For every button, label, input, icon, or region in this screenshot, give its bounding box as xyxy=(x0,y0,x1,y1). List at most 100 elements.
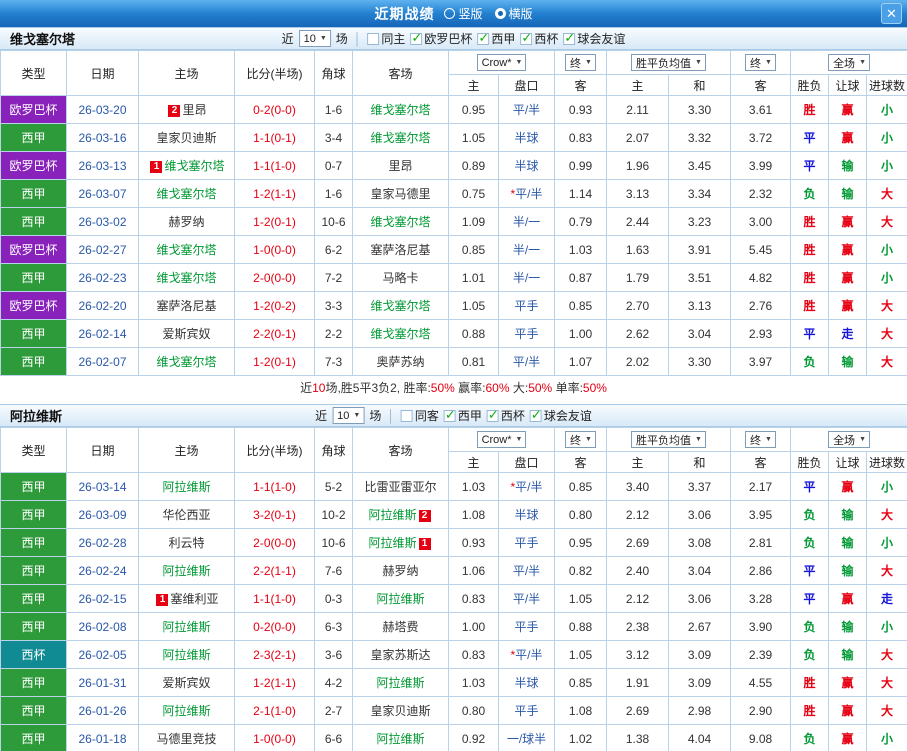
match-count-select[interactable]: 10 ▼ xyxy=(298,30,331,47)
avg-draw-cell: 3.04 xyxy=(668,319,732,348)
handicap-result-cell: 输 xyxy=(828,612,868,641)
avg-home-cell: 2.02 xyxy=(606,347,670,376)
result-cell: 平 xyxy=(790,584,830,613)
league-filter-checkbox[interactable]: 西杯 xyxy=(486,407,525,424)
column-subheader: 胜负 xyxy=(790,451,830,473)
avg-away-cell: 3.00 xyxy=(730,207,792,236)
chevron-down-icon: ▼ xyxy=(765,436,772,443)
final-avg-select[interactable]: 终 ▼ xyxy=(745,431,776,448)
column-subheader: 胜负 xyxy=(790,74,830,96)
home-odds-cell: 0.88 xyxy=(448,319,499,348)
bookmaker-select[interactable]: Crow* ▼ xyxy=(476,54,527,71)
league-filter-checkbox[interactable]: 球会友谊 xyxy=(563,30,625,47)
avg-away-cell: 9.08 xyxy=(730,724,792,751)
away-odds-cell: 0.85 xyxy=(554,291,608,320)
red-card-badge: 1 xyxy=(418,538,431,550)
corner-cell: 1-6 xyxy=(314,95,353,124)
title-bar: 近期战绩 竖版 横版 ✕ xyxy=(0,0,907,27)
handicap-cell: 平手 xyxy=(497,612,556,641)
handicap-cell: 平/半 xyxy=(497,347,556,376)
final-avg-select[interactable]: 终 ▼ xyxy=(745,54,776,71)
avg-home-cell: 3.12 xyxy=(606,640,670,669)
result-cell: 负 xyxy=(790,179,830,208)
close-button[interactable]: ✕ xyxy=(881,3,902,24)
handicap-result-cell: 输 xyxy=(828,528,868,557)
league-filter-checkbox[interactable]: 西甲 xyxy=(443,407,482,424)
goals-result-cell: 大 xyxy=(866,640,907,669)
away-odds-cell: 0.88 xyxy=(554,612,608,641)
handicap-result-cell: 输 xyxy=(828,151,868,180)
header-dropdown-cell: 全场 ▼ xyxy=(790,427,907,452)
score-cell: 2-3(2-1) xyxy=(234,640,315,669)
handicap-cell: 一/球半 xyxy=(497,724,556,751)
home-team-cell: 塞萨洛尼基 xyxy=(138,291,235,320)
date-cell: 26-03-13 xyxy=(66,151,139,180)
filter-bar: 近 10▼ 场 │ 同主 欧罗巴杯 西甲 西杯 球会友谊 xyxy=(282,30,625,47)
handicap-cell: *平/半 xyxy=(497,640,556,669)
checkbox-icon xyxy=(477,30,490,46)
corner-cell: 10-6 xyxy=(314,207,353,236)
same-venue-checkbox[interactable]: 同客 xyxy=(400,407,439,424)
match-count-select[interactable]: 10 ▼ xyxy=(332,407,365,424)
chevron-down-icon: ▼ xyxy=(353,412,361,419)
layout-radio-vertical[interactable]: 竖版 xyxy=(444,5,483,22)
home-odds-cell: 0.83 xyxy=(448,640,499,669)
corner-cell: 4-2 xyxy=(314,668,353,697)
handicap-result-cell: 赢 xyxy=(828,235,868,264)
away-odds-cell: 0.82 xyxy=(554,556,608,585)
checkbox-label: 欧罗巴杯 xyxy=(424,32,473,46)
avg-away-cell: 3.72 xyxy=(730,123,792,152)
avg-away-cell: 2.86 xyxy=(730,556,792,585)
avg-away-cell: 3.61 xyxy=(730,95,792,124)
layout-radio-horizontal[interactable]: 横版 xyxy=(494,5,533,22)
date-cell: 26-02-23 xyxy=(66,263,139,292)
bookmaker-select[interactable]: Crow* ▼ xyxy=(476,431,527,448)
home-team-cell: 阿拉维斯 xyxy=(138,640,235,669)
score-cell: 1-1(1-0) xyxy=(234,472,315,501)
goals-result-cell: 小 xyxy=(866,612,907,641)
handicap-result-cell: 输 xyxy=(828,556,868,585)
avg-away-cell: 3.97 xyxy=(730,347,792,376)
avg-draw-cell: 3.30 xyxy=(668,95,732,124)
column-subheader: 盘口 xyxy=(497,74,556,96)
avg-draw-cell: 3.45 xyxy=(668,151,732,180)
result-cell: 胜 xyxy=(790,95,830,124)
full-match-select[interactable]: 全场 ▼ xyxy=(828,54,870,71)
avg-away-cell: 2.32 xyxy=(730,179,792,208)
goals-result-cell: 大 xyxy=(866,696,907,725)
date-cell: 26-02-27 xyxy=(66,235,139,264)
header-dropdown-cell: 胜平负均值 ▼ xyxy=(606,50,732,75)
avg-home-cell: 2.69 xyxy=(606,696,670,725)
header-dropdown-cell: 胜平负均值 ▼ xyxy=(606,427,732,452)
league-filter-checkbox[interactable]: 球会友谊 xyxy=(529,407,592,424)
avg-draw-cell: 3.04 xyxy=(668,556,732,585)
home-odds-cell: 0.75 xyxy=(448,179,499,208)
column-subheader: 和 xyxy=(668,74,732,96)
team-header-bar: 阿拉维斯 近 10▼ 场 │ 同客 西甲 西杯 球会友谊 xyxy=(0,404,907,427)
home-odds-cell: 1.06 xyxy=(448,556,499,585)
score-cell: 1-2(1-1) xyxy=(234,179,315,208)
checkbox-icon xyxy=(563,30,576,46)
league-cell: 西甲 xyxy=(0,347,67,376)
corner-cell: 6-2 xyxy=(314,235,353,264)
full-match-select[interactable]: 全场 ▼ xyxy=(828,431,870,448)
league-filter-checkbox[interactable]: 西甲 xyxy=(477,30,515,47)
home-team-cell: 利云特 xyxy=(138,528,235,557)
final-odds-select[interactable]: 终 ▼ xyxy=(565,431,596,448)
same-venue-checkbox[interactable]: 同主 xyxy=(367,30,405,47)
select-value: 10 xyxy=(337,409,350,422)
handicap-cell: 平手 xyxy=(497,319,556,348)
corner-cell: 7-6 xyxy=(314,556,353,585)
date-cell: 26-02-20 xyxy=(66,291,139,320)
select-value: 胜平负均值 xyxy=(636,57,692,70)
avg-odds-select[interactable]: 胜平负均值 ▼ xyxy=(631,54,706,71)
away-odds-cell: 1.05 xyxy=(554,640,608,669)
result-cell: 胜 xyxy=(790,263,830,292)
final-odds-select[interactable]: 终 ▼ xyxy=(565,54,596,71)
avg-odds-select[interactable]: 胜平负均值 ▼ xyxy=(631,431,706,448)
column-header: 类型 xyxy=(0,50,67,96)
league-filter-checkbox[interactable]: 欧罗巴杯 xyxy=(410,30,472,47)
league-filter-checkbox[interactable]: 西杯 xyxy=(520,30,558,47)
home-odds-cell: 0.83 xyxy=(448,584,499,613)
column-header: 类型 xyxy=(0,427,67,473)
